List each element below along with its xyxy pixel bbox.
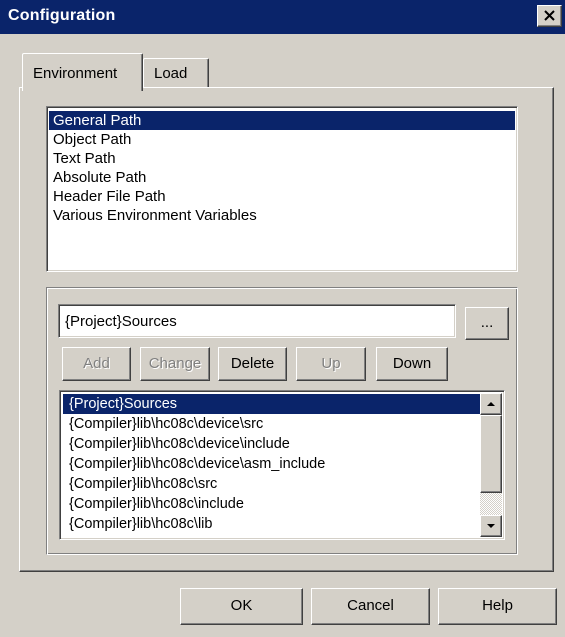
ok-button[interactable]: OK — [180, 588, 303, 625]
close-button[interactable] — [537, 5, 562, 27]
help-button[interactable]: Help — [438, 588, 557, 625]
cancel-button[interactable]: Cancel — [311, 588, 430, 625]
title-bar[interactable]: Configuration — [0, 0, 565, 34]
close-icon — [544, 10, 555, 21]
environment-panel — [19, 87, 554, 572]
window-title: Configuration — [8, 7, 116, 24]
tab-load[interactable]: Load — [143, 58, 209, 87]
tab-environment[interactable]: Environment — [22, 53, 143, 91]
tab-environment-label: Environment — [33, 65, 118, 82]
tab-load-label: Load — [154, 65, 188, 82]
